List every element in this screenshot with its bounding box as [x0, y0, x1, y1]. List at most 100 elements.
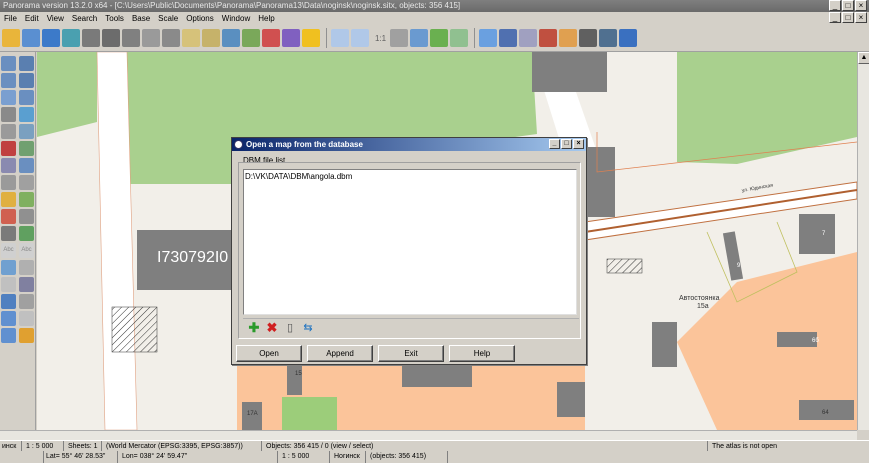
move-point-icon[interactable]: [19, 90, 34, 105]
scissors-icon[interactable]: [539, 29, 558, 47]
binoculars-icon[interactable]: [82, 29, 100, 47]
branch-icon[interactable]: [19, 158, 34, 173]
delete-point-icon[interactable]: [1, 141, 16, 156]
info-window-icon[interactable]: [499, 29, 518, 47]
zoom-out-icon[interactable]: [331, 29, 349, 47]
grid-icon[interactable]: [19, 124, 34, 139]
vertical-scrollbar[interactable]: ▲: [857, 52, 869, 430]
dbm-file-listbox[interactable]: D:\VK\DATA\DBM\angola.dbm: [243, 169, 577, 315]
object-select-icon[interactable]: [182, 29, 200, 47]
close-button[interactable]: ×: [855, 0, 867, 11]
draw-polyline-icon[interactable]: [19, 56, 34, 71]
fill-icon[interactable]: [19, 192, 34, 207]
select-icon[interactable]: [19, 311, 34, 326]
add-point-icon[interactable]: [19, 141, 34, 156]
globe-icon[interactable]: [42, 29, 60, 47]
area-icon[interactable]: [19, 277, 34, 292]
menu-edit[interactable]: Edit: [25, 12, 39, 25]
settings-icon[interactable]: [19, 328, 34, 343]
menu-bar: File Edit View Search Tools Base Scale O…: [0, 12, 869, 25]
node-icon[interactable]: [1, 107, 16, 122]
list-item[interactable]: D:\VK\DATA\DBM\angola.dbm: [244, 170, 576, 184]
menu-help[interactable]: Help: [258, 12, 274, 25]
menu-options[interactable]: Options: [186, 12, 214, 25]
print-preview-icon[interactable]: [599, 29, 618, 47]
status-scale-2: 1 : 5 000: [280, 451, 330, 463]
menu-scale[interactable]: Scale: [158, 12, 178, 25]
marker-icon[interactable]: [559, 29, 578, 47]
menu-tools[interactable]: Tools: [105, 12, 124, 25]
join-icon[interactable]: [19, 175, 34, 190]
mdi-minimize-button[interactable]: _: [829, 12, 841, 23]
scale-1-1-button[interactable]: 1:1: [375, 34, 386, 43]
text-tool-icon[interactable]: [519, 29, 538, 47]
menu-file[interactable]: File: [4, 12, 17, 25]
photo-icon[interactable]: [1, 294, 16, 309]
minimize-button[interactable]: _: [829, 0, 841, 11]
help-icon[interactable]: [619, 29, 638, 47]
text-tool-abc-icon[interactable]: Abc: [1, 243, 16, 258]
dialog-minimize-button[interactable]: _: [549, 139, 560, 149]
draw-arc-icon[interactable]: [1, 90, 16, 105]
object-edit-icon[interactable]: [202, 29, 220, 47]
measure-icon[interactable]: [19, 260, 34, 275]
ruler-icon[interactable]: [1, 277, 16, 292]
list-icon[interactable]: [162, 29, 180, 47]
append-button[interactable]: Append: [307, 345, 373, 362]
help-button[interactable]: Help: [449, 345, 515, 362]
checkmark-icon[interactable]: [430, 29, 449, 47]
hatch-icon[interactable]: [19, 209, 34, 224]
cut-icon[interactable]: [1, 175, 16, 190]
polygon-icon[interactable]: [1, 158, 16, 173]
layers-icon[interactable]: [62, 29, 80, 47]
mdi-close-button[interactable]: ×: [855, 12, 867, 23]
delete-object-icon[interactable]: [262, 29, 280, 47]
add-object-icon[interactable]: [222, 29, 240, 47]
split-line-icon[interactable]: [19, 73, 34, 88]
palette-icon[interactable]: [282, 29, 300, 47]
menu-base[interactable]: Base: [132, 12, 150, 25]
delete-icon[interactable]: ✖: [265, 321, 279, 335]
arrow-icon[interactable]: [1, 311, 16, 326]
horizontal-scrollbar[interactable]: [0, 430, 857, 440]
move-object-icon[interactable]: [242, 29, 260, 47]
menu-window[interactable]: Window: [222, 12, 250, 25]
open-button[interactable]: Open: [236, 345, 302, 362]
snap-icon[interactable]: [19, 107, 34, 122]
status-map-name: Ногинск: [332, 451, 366, 463]
text-edit-abc-icon[interactable]: Abc: [19, 243, 34, 258]
dialog-maximize-button[interactable]: □: [561, 139, 572, 149]
back-arrow-icon[interactable]: [450, 29, 469, 47]
scroll-up-button[interactable]: ▲: [858, 52, 869, 64]
magnifier-icon[interactable]: [1, 260, 16, 275]
draw-line-icon[interactable]: [1, 56, 16, 71]
dialog-close-button[interactable]: ×: [573, 139, 584, 149]
frame-icon[interactable]: [410, 29, 429, 47]
mdi-restore-button[interactable]: □: [842, 12, 854, 23]
edit-line-icon[interactable]: [1, 73, 16, 88]
search-name-icon[interactable]: [142, 29, 160, 47]
refresh-icon[interactable]: ⇆: [301, 321, 315, 335]
map-open-icon[interactable]: [22, 29, 40, 47]
vertex-icon[interactable]: [1, 226, 16, 241]
search-objects-icon[interactable]: [102, 29, 120, 47]
print-icon[interactable]: [579, 29, 598, 47]
rotate-icon[interactable]: [1, 124, 16, 139]
new-file-icon[interactable]: ▯: [283, 321, 297, 335]
pen-icon[interactable]: [1, 209, 16, 224]
pointer-icon[interactable]: [479, 29, 498, 47]
fit-view-icon[interactable]: [390, 29, 409, 47]
menu-view[interactable]: View: [47, 12, 64, 25]
lightning-icon[interactable]: [302, 29, 320, 47]
maximize-button[interactable]: □: [842, 0, 854, 11]
add-icon[interactable]: ✚: [247, 321, 261, 335]
exit-button[interactable]: Exit: [378, 345, 444, 362]
menu-search[interactable]: Search: [72, 12, 97, 25]
zoom-in-icon[interactable]: [351, 29, 369, 47]
cloud-icon[interactable]: [1, 328, 16, 343]
open-folder-icon[interactable]: [2, 29, 20, 47]
pencil-icon[interactable]: [1, 192, 16, 207]
symbol-icon[interactable]: [19, 226, 34, 241]
search-area-icon[interactable]: [122, 29, 140, 47]
table-icon[interactable]: [19, 294, 34, 309]
